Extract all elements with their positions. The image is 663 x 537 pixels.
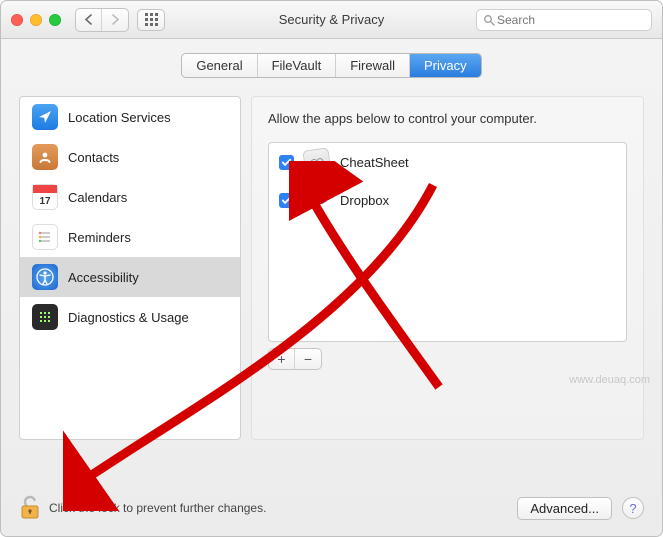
show-all-button[interactable] [137,9,165,31]
pane-heading: Allow the apps below to control your com… [268,111,627,126]
sidebar-item-accessibility[interactable]: Accessibility [20,257,240,297]
sidebar-item-diagnostics[interactable]: Diagnostics & Usage [20,297,240,337]
chevron-right-icon [111,14,120,25]
chevron-left-icon [84,14,93,25]
sidebar-item-location-services[interactable]: Location Services [20,97,240,137]
sidebar-item-calendars[interactable]: 17 Calendars [20,177,240,217]
search-icon [483,14,495,26]
diagnostics-icon [32,304,58,330]
tab-general[interactable]: General [182,54,257,77]
privacy-sidebar: Location Services Contacts 17 Calendars [19,96,241,440]
dropbox-icon [304,187,330,213]
titlebar: Security & Privacy [1,1,662,39]
content-body: Location Services Contacts 17 Calendars [1,90,662,440]
search-input[interactable] [495,12,625,28]
app-list: CheatSheet Dropbox [268,142,627,342]
nav-back-forward [75,8,129,32]
checkbox-dropbox[interactable] [279,193,294,208]
search-field[interactable] [476,9,652,31]
remove-button[interactable]: − [295,349,321,369]
add-remove-controls: + − [268,348,322,370]
footer: Click the lock to prevent further change… [1,480,662,536]
app-name: Dropbox [340,193,389,208]
tab-strip: General FileVault Firewall Privacy [1,53,662,78]
app-name: CheatSheet [340,155,409,170]
main-pane: Allow the apps below to control your com… [251,96,644,440]
forward-button[interactable] [102,9,128,31]
watermark: www.deuaq.com [569,374,650,386]
list-item[interactable]: CheatSheet [269,143,626,181]
tab-firewall[interactable]: Firewall [336,54,410,77]
contacts-icon [32,144,58,170]
zoom-icon[interactable] [49,14,61,26]
add-button[interactable]: + [269,349,295,369]
tab-privacy[interactable]: Privacy [410,54,481,77]
lock-icon[interactable] [19,495,41,521]
cheatsheet-icon [302,147,331,176]
grid-icon [145,13,158,26]
sidebar-item-label: Reminders [68,230,131,245]
advanced-button[interactable]: Advanced... [517,497,612,520]
calendar-icon: 17 [32,184,58,210]
sidebar-item-label: Diagnostics & Usage [68,310,189,325]
checkbox-cheatsheet[interactable] [279,155,294,170]
accessibility-icon [32,264,58,290]
preferences-window: Security & Privacy General FileVault Fir… [0,0,663,537]
sidebar-item-label: Contacts [68,150,119,165]
location-icon [32,104,58,130]
list-item[interactable]: Dropbox [269,181,626,219]
minimize-icon[interactable] [30,14,42,26]
sidebar-item-label: Calendars [68,190,127,205]
sidebar-item-contacts[interactable]: Contacts [20,137,240,177]
help-button[interactable]: ? [622,497,644,519]
sidebar-item-label: Location Services [68,110,171,125]
sidebar-item-label: Accessibility [68,270,139,285]
back-button[interactable] [76,9,102,31]
sidebar-item-reminders[interactable]: Reminders [20,217,240,257]
tab-filevault[interactable]: FileVault [258,54,337,77]
reminders-icon [32,224,58,250]
lock-text: Click the lock to prevent further change… [49,501,266,515]
window-controls [11,14,61,26]
close-icon[interactable] [11,14,23,26]
